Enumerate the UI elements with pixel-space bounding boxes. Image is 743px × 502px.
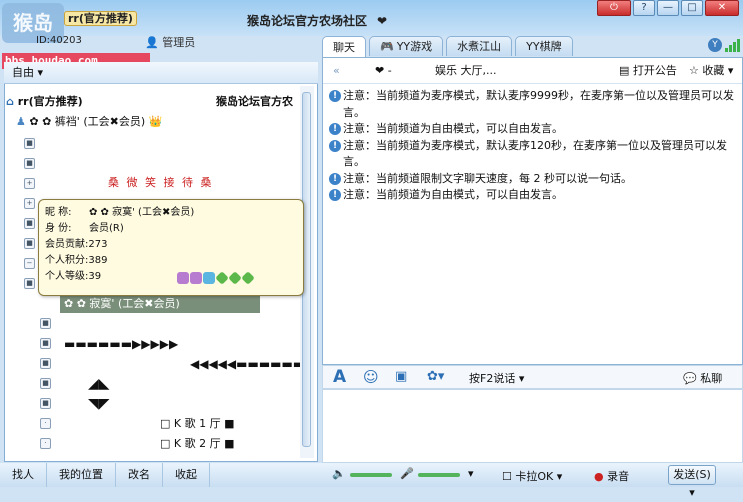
crown-icon: 👑 bbox=[148, 115, 163, 128]
welcome-banner: 桑 微 笑 接 待 桑 bbox=[108, 176, 214, 189]
collapse-button[interactable]: 收起 bbox=[163, 463, 210, 487]
message-list: ! 注意：当前频道为麦序模式，默认麦序9999秒，在麦序第一位以及管理员可以发言。… bbox=[329, 88, 739, 204]
user-info-popup: 昵 称: ✿ ✿ 寂寞' (工会✖会员) 身 份: 会员(R) 会员贡献:273 个… bbox=[38, 199, 304, 296]
user-row[interactable]: ♟ ✿ ✿ 裤裆' (工会✖会员) 👑 bbox=[16, 113, 162, 131]
speaker-volume-slider[interactable] bbox=[350, 473, 392, 477]
arrow-left-decoration: ◀◀◀◀◀▬▬▬▬▬▬▬▬ bbox=[190, 357, 302, 371]
user-icon: ♟ bbox=[16, 115, 26, 128]
rename-button[interactable]: 改名 bbox=[116, 463, 163, 487]
triangle-up-decoration: ◢◣ bbox=[88, 376, 110, 392]
info-icon: ! bbox=[329, 139, 341, 152]
power-button[interactable]: ⏻ bbox=[597, 0, 631, 16]
info-icon: ! bbox=[329, 172, 341, 185]
favorite-button[interactable]: ☆ 收藏 ▾ bbox=[689, 58, 733, 84]
maximize-button[interactable]: □ bbox=[681, 0, 703, 16]
mode-dropdown[interactable]: 自由 ▾ bbox=[4, 62, 318, 84]
screenshot-icon[interactable]: ▣ bbox=[395, 369, 407, 384]
room-title: 猴岛论坛官方农场社区 ❤ bbox=[247, 14, 388, 28]
lock-icon[interactable]: ■ bbox=[40, 358, 51, 369]
system-message: ! 注意：当前频道为自由模式，可以自由发言。 bbox=[329, 187, 739, 204]
my-location-button[interactable]: 我的位置 bbox=[47, 463, 116, 487]
header-room: 娱乐 大厅,... bbox=[435, 64, 497, 77]
chat-panel: « ❤ - 娱乐 大厅,... ▤ 打开公告 ☆ 收藏 ▾ ! 注意：当前频道为麦… bbox=[322, 57, 743, 365]
selected-user-row[interactable]: ✿ ✿ 寂寞' (工会✖会员) bbox=[60, 295, 260, 313]
header-symbol: ❤ - bbox=[375, 64, 392, 77]
microphone-icon[interactable]: 🎤 bbox=[400, 467, 414, 480]
lock-icon[interactable]: ■ bbox=[24, 158, 35, 169]
system-message: ! 注意：当前频道为麦序模式，默认麦序120秒，在麦序第一位以及管理员可以发言。 bbox=[329, 138, 739, 171]
lock-icon[interactable]: ■ bbox=[24, 238, 35, 249]
lock-icon[interactable]: ■ bbox=[40, 338, 51, 349]
lock-icon[interactable]: · bbox=[40, 418, 51, 429]
help-button[interactable]: ? bbox=[633, 0, 655, 16]
info-icon: ! bbox=[329, 123, 341, 135]
chat-toolbar: A ☺ ▣ ✿▾ 按F2说话 ▾ 💬 私聊 bbox=[322, 365, 743, 389]
system-message: ! 注意：当前频道为麦序模式，默认麦序9999秒，在麦序第一位以及管理员可以发言。 bbox=[329, 88, 739, 121]
font-icon[interactable]: A bbox=[333, 367, 346, 387]
system-message: ! 注意：当前频道限制文字聊天速度，每 2 秒可以说一句话。 bbox=[329, 171, 739, 188]
send-button[interactable]: 发送(S) ▾ bbox=[668, 465, 716, 499]
mic-volume-slider[interactable] bbox=[418, 473, 460, 477]
speaker-icon[interactable]: 🔈 bbox=[332, 467, 346, 480]
tab-chat[interactable]: 聊天 bbox=[322, 36, 366, 57]
home-icon: ⌂ bbox=[6, 95, 14, 108]
expand-icon[interactable]: + bbox=[24, 178, 35, 189]
heart-icon: ❤ bbox=[377, 14, 388, 28]
user-role: 👤 管理员 bbox=[145, 36, 196, 49]
tab-bar: 聊天 🎮 YY游戏 水煮江山 YY棋牌 bbox=[322, 36, 573, 57]
lock-icon[interactable]: ■ bbox=[40, 398, 51, 409]
back-icon: « bbox=[333, 64, 340, 77]
arrow-right-decoration: ▬▬▬▬▬▬▶▶▶▶▶ bbox=[64, 337, 179, 351]
signal-icon bbox=[725, 38, 740, 52]
status-bar: 🔈 🎤 ▾ ☐ 卡拉OK ▾ ● 录音 发送(S) ▾ bbox=[322, 463, 743, 499]
yy-icon[interactable]: Y bbox=[708, 38, 722, 52]
tab-yy-chess[interactable]: YY棋牌 bbox=[515, 36, 573, 56]
message-input[interactable] bbox=[322, 389, 743, 463]
info-icon: ! bbox=[329, 189, 341, 201]
left-bottom-bar: 找人 我的位置 改名 收起 bbox=[0, 463, 322, 487]
window-controls: ⏻ ? — □ ✕ bbox=[597, 0, 739, 16]
lock-icon[interactable]: ■ bbox=[24, 218, 35, 229]
announce-button[interactable]: ▤ 打开公告 bbox=[619, 58, 677, 84]
triangle-down-decoration: ◥◤ bbox=[88, 396, 110, 412]
level-badges bbox=[177, 271, 255, 285]
user-id: ID:40203 bbox=[36, 35, 82, 46]
channel-root[interactable]: ⌂ rr(官方推荐) bbox=[6, 93, 83, 111]
karaoke-room-2[interactable]: □ K 歌 2 厅 ■ bbox=[160, 435, 234, 453]
minimize-button[interactable]: — bbox=[657, 0, 679, 16]
find-people-button[interactable]: 找人 bbox=[0, 463, 47, 487]
record-button[interactable]: ● 录音 bbox=[594, 468, 629, 484]
gamepad-icon: 🎮 bbox=[380, 40, 394, 53]
tray: Y bbox=[708, 38, 740, 52]
emoji-icon[interactable]: ☺ bbox=[363, 368, 379, 386]
lock-icon[interactable]: ■ bbox=[40, 318, 51, 329]
lock-icon[interactable]: ■ bbox=[24, 138, 35, 149]
mic-settings-dropdown[interactable]: ▾ bbox=[468, 467, 474, 480]
info-icon: ! bbox=[329, 90, 341, 102]
collapse-icon[interactable]: − bbox=[24, 258, 35, 269]
karaoke-checkbox[interactable]: ☐ 卡拉OK ▾ bbox=[502, 468, 562, 484]
push-to-talk-dropdown[interactable]: 按F2说话 ▾ bbox=[469, 370, 524, 386]
lock-icon[interactable]: ■ bbox=[40, 378, 51, 389]
tab-yy-game[interactable]: 🎮 YY游戏 bbox=[369, 36, 444, 56]
private-chat-button[interactable]: 💬 私聊 bbox=[683, 370, 722, 386]
lock-icon[interactable]: · bbox=[40, 438, 51, 449]
system-message: ! 注意：当前频道为自由模式，可以自由发言。 bbox=[329, 121, 739, 138]
chat-header: « ❤ - 娱乐 大厅,... ▤ 打开公告 ☆ 收藏 ▾ bbox=[323, 58, 742, 84]
close-button[interactable]: ✕ bbox=[705, 0, 739, 16]
channel-tag: rr(官方推荐) bbox=[64, 10, 137, 26]
expand-icon[interactable]: + bbox=[24, 198, 35, 209]
effects-icon[interactable]: ✿▾ bbox=[427, 369, 444, 384]
karaoke-room-1[interactable]: □ K 歌 1 厅 ■ bbox=[160, 415, 234, 433]
channel-title-right: 猴岛论坛官方农 bbox=[216, 95, 293, 108]
lock-icon[interactable]: ■ bbox=[24, 278, 35, 289]
tab-shuizhu[interactable]: 水煮江山 bbox=[446, 36, 513, 56]
